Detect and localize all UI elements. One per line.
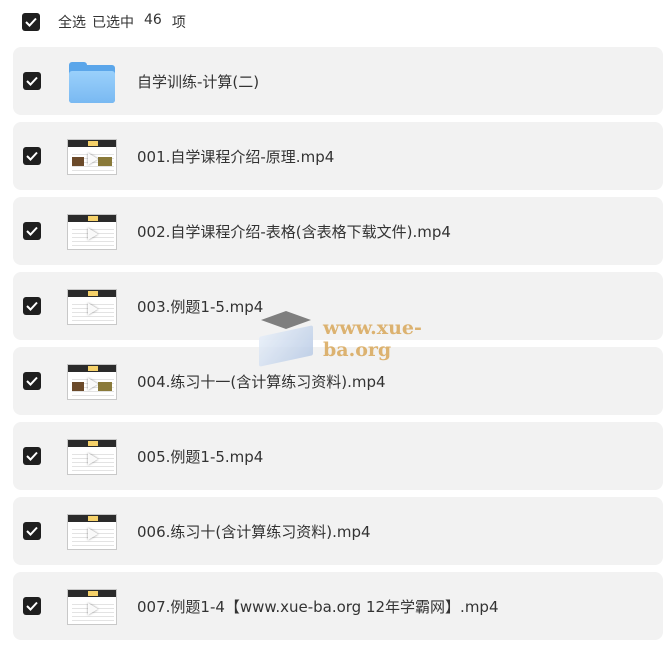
play-icon	[88, 228, 98, 240]
video-thumbnail	[67, 361, 117, 401]
play-icon	[88, 303, 98, 315]
item-checkbox[interactable]	[23, 222, 41, 240]
check-icon	[26, 526, 38, 536]
file-name: 007.例题1-4【www.xue-ba.org 12年学霸网】.mp4	[137, 597, 499, 616]
play-icon	[88, 603, 98, 615]
check-icon	[26, 376, 38, 386]
item-checkbox[interactable]	[23, 522, 41, 540]
list-item[interactable]: 005.例题1-5.mp4	[13, 422, 663, 490]
file-name: 自学训练-计算(二)	[137, 72, 260, 91]
watermark: www.xue-ba.org	[255, 303, 475, 367]
video-thumbnail	[67, 586, 117, 626]
item-checkbox[interactable]	[23, 72, 41, 90]
check-icon	[26, 451, 38, 461]
video-thumbnail	[67, 211, 117, 251]
list-item[interactable]: 自学训练-计算(二)	[13, 47, 663, 115]
item-checkbox[interactable]	[23, 297, 41, 315]
check-icon	[26, 301, 38, 311]
check-icon	[25, 17, 37, 27]
select-all-label: 全选	[58, 15, 86, 31]
list-item[interactable]: 007.例题1-4【www.xue-ba.org 12年学霸网】.mp4	[13, 572, 663, 640]
file-name: 004.练习十一(含计算练习资料).mp4	[137, 372, 386, 391]
play-icon	[88, 153, 98, 165]
check-icon	[26, 76, 38, 86]
item-checkbox[interactable]	[23, 447, 41, 465]
watermark-text: www.xue-ba.org	[323, 317, 422, 361]
list-item[interactable]: 006.练习十(含计算练习资料).mp4	[13, 497, 663, 565]
item-checkbox[interactable]	[23, 147, 41, 165]
select-all[interactable]: 全选 已选中 46 项	[22, 11, 186, 33]
video-thumbnail	[67, 511, 117, 551]
select-all-checkbox[interactable]	[22, 13, 40, 31]
item-checkbox[interactable]	[23, 597, 41, 615]
item-checkbox[interactable]	[23, 372, 41, 390]
file-name: 003.例题1-5.mp4	[137, 297, 264, 316]
video-thumbnail	[67, 436, 117, 476]
selected-count: 46	[144, 12, 162, 28]
file-name: 005.例题1-5.mp4	[137, 447, 264, 466]
selected-prefix: 已选中	[92, 15, 134, 31]
video-thumbnail	[67, 286, 117, 326]
file-name: 002.自学课程介绍-表格(含表格下载文件).mp4	[137, 222, 451, 241]
video-thumbnail	[67, 136, 117, 176]
list-item[interactable]: 001.自学课程介绍-原理.mp4	[13, 122, 663, 190]
folder-icon	[67, 61, 117, 103]
play-icon	[88, 378, 98, 390]
play-icon	[88, 528, 98, 540]
check-icon	[26, 151, 38, 161]
check-icon	[26, 601, 38, 611]
graduation-cap-book-icon	[255, 305, 317, 367]
list-item[interactable]: 002.自学课程介绍-表格(含表格下载文件).mp4	[13, 197, 663, 265]
selected-suffix: 项	[171, 15, 186, 31]
file-name: 006.练习十(含计算练习资料).mp4	[137, 522, 371, 541]
check-icon	[26, 226, 38, 236]
play-icon	[88, 453, 98, 465]
file-name: 001.自学课程介绍-原理.mp4	[137, 147, 335, 166]
